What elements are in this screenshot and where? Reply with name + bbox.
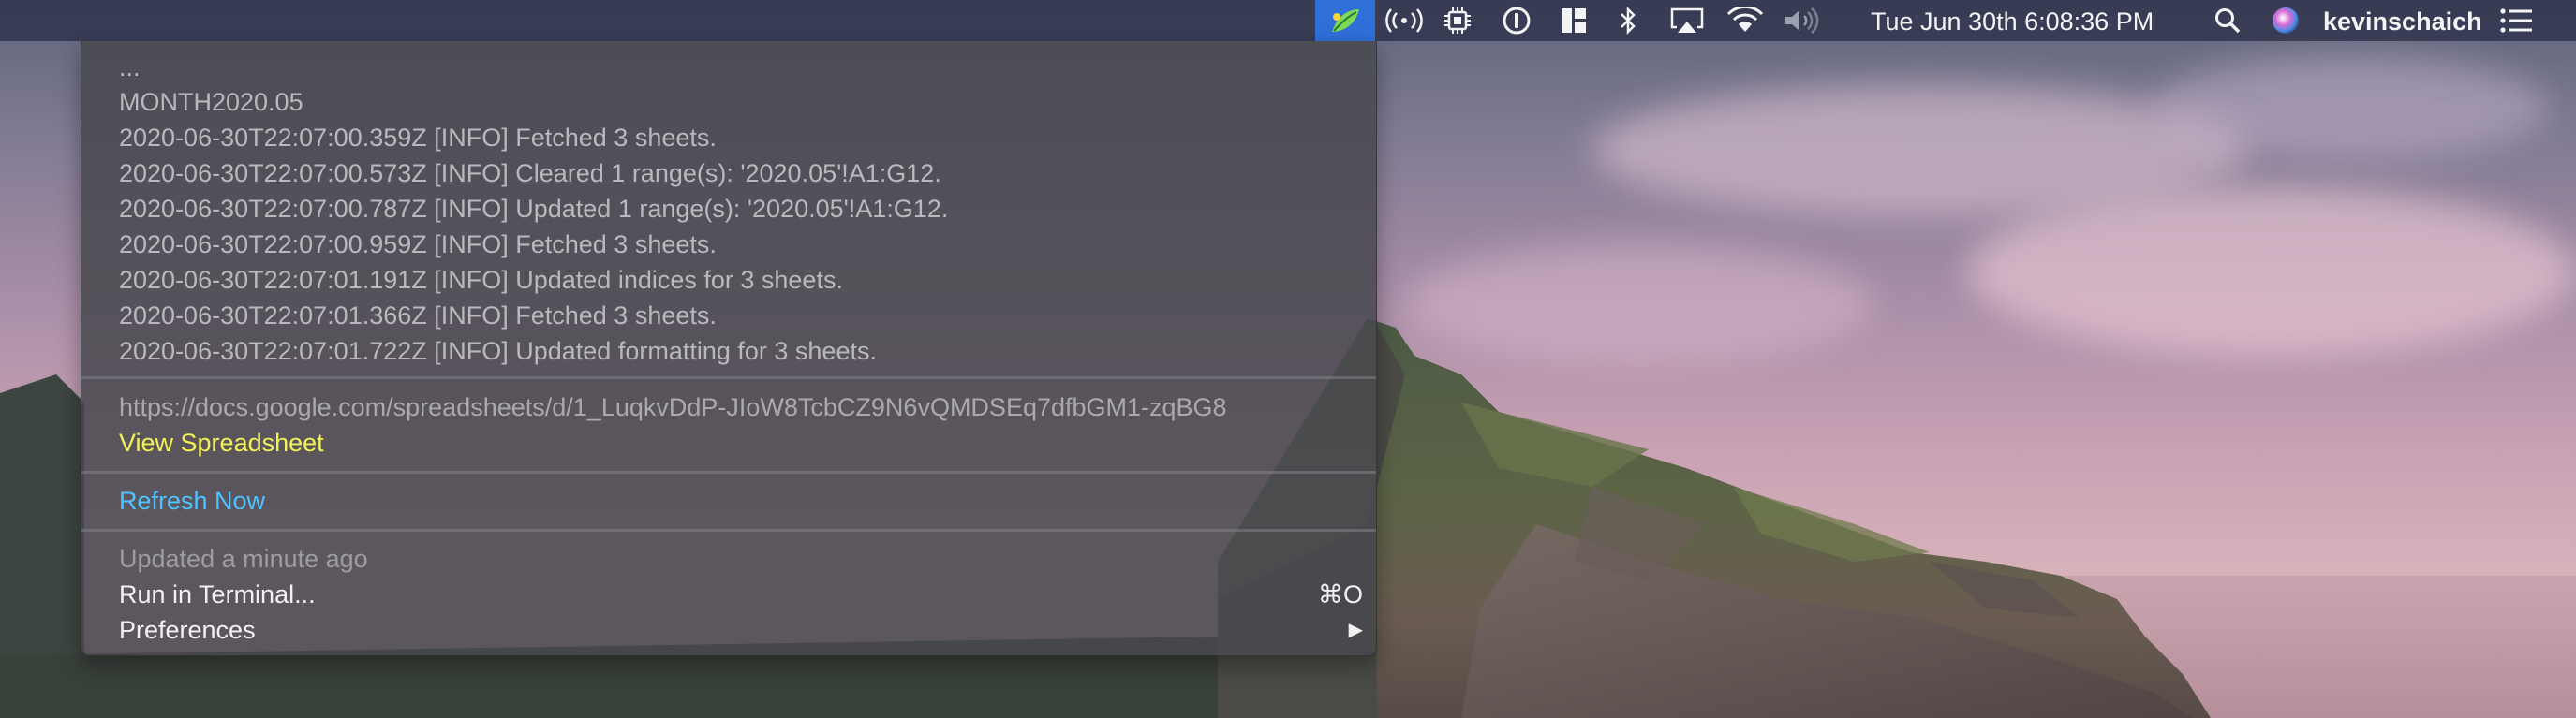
submenu-arrow-icon: ▶	[1348, 620, 1363, 640]
view-spreadsheet-menu-item[interactable]: View Spreadsheet	[119, 426, 324, 460]
log-line: 2020-06-30T22:07:01.191Z [INFO] Updated …	[119, 266, 843, 294]
broadcast-icon[interactable]	[1381, 0, 1428, 41]
run-in-terminal-shortcut: ⌘O	[1317, 580, 1363, 608]
spreadsheet-sync-app-icon[interactable]	[1315, 0, 1375, 41]
wifi-icon[interactable]	[1724, 0, 1767, 41]
volume-icon[interactable]	[1780, 0, 1823, 41]
siri-icon[interactable]	[2267, 0, 2304, 41]
menu-bar: Tue Jun 30th 6:08:36 PM kevinschaich	[0, 0, 2576, 41]
spotlight-search-icon[interactable]	[2209, 0, 2246, 41]
username[interactable]: kevinschaich	[2323, 0, 2482, 41]
log-line: 2020-06-30T22:07:01.722Z [INFO] Updated …	[119, 337, 877, 365]
log-line: 2020-06-30T22:07:00.573Z [INFO] Cleared …	[119, 159, 941, 187]
refresh-now-menu-item[interactable]: Refresh Now	[119, 484, 265, 518]
updated-status: Updated a minute ago	[119, 545, 368, 573]
log-line: 2020-06-30T22:07:01.366Z [INFO] Fetched …	[119, 301, 717, 330]
spreadsheet-url: https://docs.google.com/spreadsheets/d/1…	[119, 393, 1227, 421]
window-manager-icon[interactable]	[1553, 0, 1594, 41]
clock[interactable]: Tue Jun 30th 6:08:36 PM	[1871, 0, 2154, 41]
1password-icon[interactable]	[1496, 0, 1537, 41]
log-line: ...	[119, 53, 141, 81]
airplay-icon[interactable]	[1665, 0, 1710, 41]
status-menu-dropdown: ... MONTH2020.05 2020-06-30T22:07:00.359…	[81, 41, 1377, 656]
leaf-icon	[1332, 9, 1359, 32]
cpu-icon[interactable]	[1437, 0, 1478, 41]
menu-separator	[81, 471, 1376, 474]
log-line: 2020-06-30T22:07:00.787Z [INFO] Updated …	[119, 195, 949, 223]
bluetooth-icon[interactable]	[1609, 0, 1647, 41]
preferences-menu-item[interactable]: Preferences	[119, 613, 256, 647]
run-in-terminal-menu-item[interactable]: Run in Terminal...	[119, 578, 1337, 611]
log-line: MONTH2020.05	[119, 88, 303, 116]
log-line: 2020-06-30T22:07:00.359Z [INFO] Fetched …	[119, 124, 717, 152]
log-line: 2020-06-30T22:07:00.959Z [INFO] Fetched …	[119, 230, 717, 258]
menu-separator	[81, 376, 1376, 379]
notification-center-icon[interactable]	[2495, 0, 2537, 41]
menu-separator	[81, 529, 1376, 532]
